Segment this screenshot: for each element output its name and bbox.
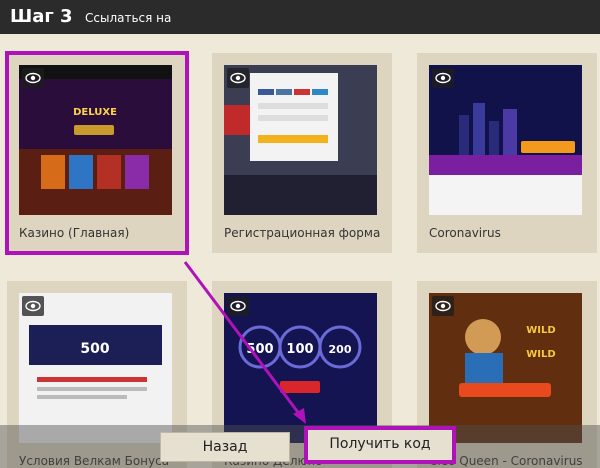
step-subtitle: Ссылаться на (85, 11, 172, 25)
landing-card-casino-main[interactable]: DELUXE Казино (Главная) (5, 51, 189, 255)
step-header: Шаг 3 Ссылаться на (0, 0, 600, 34)
step-title: Шаг 3 (10, 6, 73, 27)
landing-preview: 500 100 200 (224, 293, 377, 443)
landing-preview (224, 65, 377, 215)
landing-preview: DELUXE (19, 65, 172, 215)
bottom-action-bar (0, 425, 600, 468)
eye-icon[interactable] (432, 296, 454, 316)
landing-card-coronavirus[interactable]: Coronavirus (417, 53, 597, 253)
eye-icon[interactable] (227, 68, 249, 88)
eye-icon[interactable] (432, 68, 454, 88)
back-button[interactable]: Назад (160, 432, 290, 462)
card-label: Coronavirus (429, 226, 501, 240)
landing-preview (429, 65, 582, 215)
svg-text:WILD: WILD (526, 325, 555, 336)
svg-text:DELUXE: DELUXE (73, 107, 117, 118)
svg-text:500: 500 (246, 342, 273, 357)
svg-text:WILD: WILD (526, 349, 555, 360)
eye-icon[interactable] (22, 68, 44, 88)
svg-text:500: 500 (80, 341, 109, 357)
svg-text:200: 200 (329, 343, 352, 356)
eye-icon[interactable] (227, 296, 249, 316)
eye-icon[interactable] (22, 296, 44, 316)
landing-card-registration[interactable]: Регистрационная форма (212, 53, 392, 253)
landing-preview: 500 (19, 293, 172, 443)
get-code-button[interactable]: Получить код (304, 426, 456, 464)
card-label: Регистрационная форма (224, 226, 381, 240)
landing-preview: WILD WILD (429, 293, 582, 443)
card-label: Казино (Главная) (19, 226, 130, 240)
svg-text:100: 100 (286, 342, 313, 357)
